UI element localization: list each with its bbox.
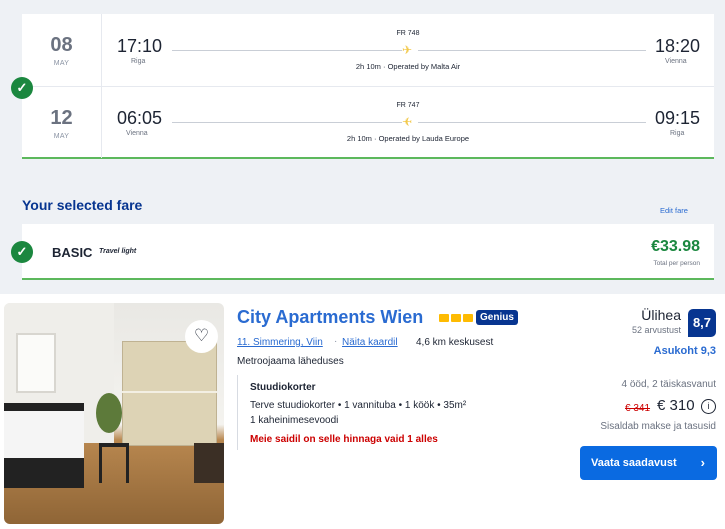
- check-icon: ✓: [11, 241, 33, 263]
- photo-bed: [4, 403, 84, 463]
- fare-card: BASIC Travel light €33.98 Total per pers…: [22, 224, 714, 280]
- flight-number: FR 747: [396, 102, 420, 109]
- departure-time: 17:10: [117, 36, 163, 56]
- flight-duration: 2h 10m · Operated by Lauda Europe: [346, 134, 470, 143]
- route-line: [172, 50, 402, 51]
- metro-text: Metroojaama läheduses: [237, 356, 344, 367]
- distance-text: 4,6 km keskusest: [416, 337, 494, 348]
- review-score: 8,7: [688, 309, 716, 337]
- show-on-map-link[interactable]: Näita kaardil: [342, 337, 398, 348]
- stay-details: 4 ööd, 2 täiskasvanut: [621, 379, 716, 390]
- availability-alert: Meie saidil on selle hinnaga vaid 1 alle…: [250, 434, 438, 445]
- flight-date: 08 MAY: [22, 14, 102, 86]
- photo-chair: [194, 443, 224, 483]
- review-label: Ülihea: [641, 307, 681, 323]
- chevron-right-icon: ›: [700, 455, 705, 470]
- photo-window: [16, 333, 56, 393]
- location-score: Asukoht 9,3: [653, 345, 716, 357]
- info-icon[interactable]: i: [701, 399, 716, 414]
- photo-table: [99, 443, 129, 483]
- room-info: Stuudiokorter Terve stuudiokorter • 1 va…: [237, 375, 567, 450]
- departure-city: Vienna: [126, 130, 148, 137]
- flight-leg-outbound[interactable]: 08 MAY 17:10 Riga FR 748 ✈ 2h 10m · Oper…: [22, 14, 714, 86]
- fare-subtitle: Travel light: [99, 248, 137, 255]
- flight-leg-return[interactable]: 12 MAY 06:05 Vienna FR 747 ✈ 2h 10m · Op…: [22, 86, 714, 158]
- fare-per-person: Total per person: [653, 260, 700, 267]
- star-icon: [451, 314, 461, 322]
- arrival-time: 09:15: [655, 108, 701, 128]
- old-price: € 341: [625, 403, 651, 414]
- fare-name: BASIC: [52, 245, 93, 260]
- photo-counter: [122, 391, 217, 393]
- arrival-city: Riga: [670, 130, 685, 137]
- check-icon: ✓: [11, 77, 33, 99]
- hotel-photo[interactable]: ♡: [4, 303, 224, 524]
- flight-date: 12 MAY: [22, 87, 102, 158]
- flight-duration: 2h 10m · Operated by Malta Air: [355, 62, 461, 71]
- flight-month: MAY: [53, 60, 70, 67]
- arrival-city: Vienna: [665, 58, 687, 65]
- see-availability-button[interactable]: Vaata saadavust ›: [580, 446, 717, 480]
- star-icon: [463, 314, 473, 322]
- star-icon: [439, 314, 449, 322]
- hotel-card: ♡ City Apartments Wien Genius 11. Simmer…: [0, 294, 725, 529]
- photo-bed-base: [4, 458, 84, 488]
- fare-heading: Your selected fare: [22, 197, 143, 213]
- edit-fare-link[interactable]: Edit fare: [660, 206, 688, 215]
- route-line: [418, 50, 646, 51]
- room-title: Stuudiokorter: [250, 382, 316, 393]
- room-description: Terve stuudiokorter • 1 vannituba • 1 kö…: [250, 400, 467, 411]
- flight-number: FR 748: [396, 30, 420, 37]
- district-link[interactable]: 11. Simmering, Viin: [237, 337, 323, 348]
- plane-icon: ✈: [402, 43, 413, 57]
- separator-dot: ·: [334, 336, 338, 347]
- tax-note: Sisaldab makse ja tasusid: [600, 421, 716, 432]
- route-line: [418, 122, 646, 123]
- arrival-time: 18:20: [655, 36, 701, 56]
- star-rating: [439, 314, 473, 323]
- route-line: [172, 122, 402, 123]
- flight-month: MAY: [53, 133, 70, 140]
- genius-badge: Genius: [476, 310, 518, 325]
- review-count: 52 arvustust: [631, 325, 681, 335]
- flights-card: 08 MAY 17:10 Riga FR 748 ✈ 2h 10m · Oper…: [22, 14, 714, 159]
- photo-plant: [96, 393, 122, 433]
- fare-price: €33.98: [651, 238, 700, 255]
- heart-icon[interactable]: ♡: [185, 320, 218, 353]
- button-label: Vaata saadavust: [591, 457, 677, 469]
- flight-day: 12: [50, 107, 73, 129]
- departure-time: 06:05: [117, 108, 163, 128]
- plane-icon: ✈: [402, 115, 413, 129]
- photo-cabinets: [122, 341, 217, 446]
- departure-city: Riga: [131, 58, 146, 65]
- room-beds: 1 kaheinimesevoodi: [250, 415, 339, 426]
- price: € 310: [657, 397, 695, 414]
- hotel-name[interactable]: City Apartments Wien: [237, 307, 423, 328]
- flight-day: 08: [50, 34, 73, 56]
